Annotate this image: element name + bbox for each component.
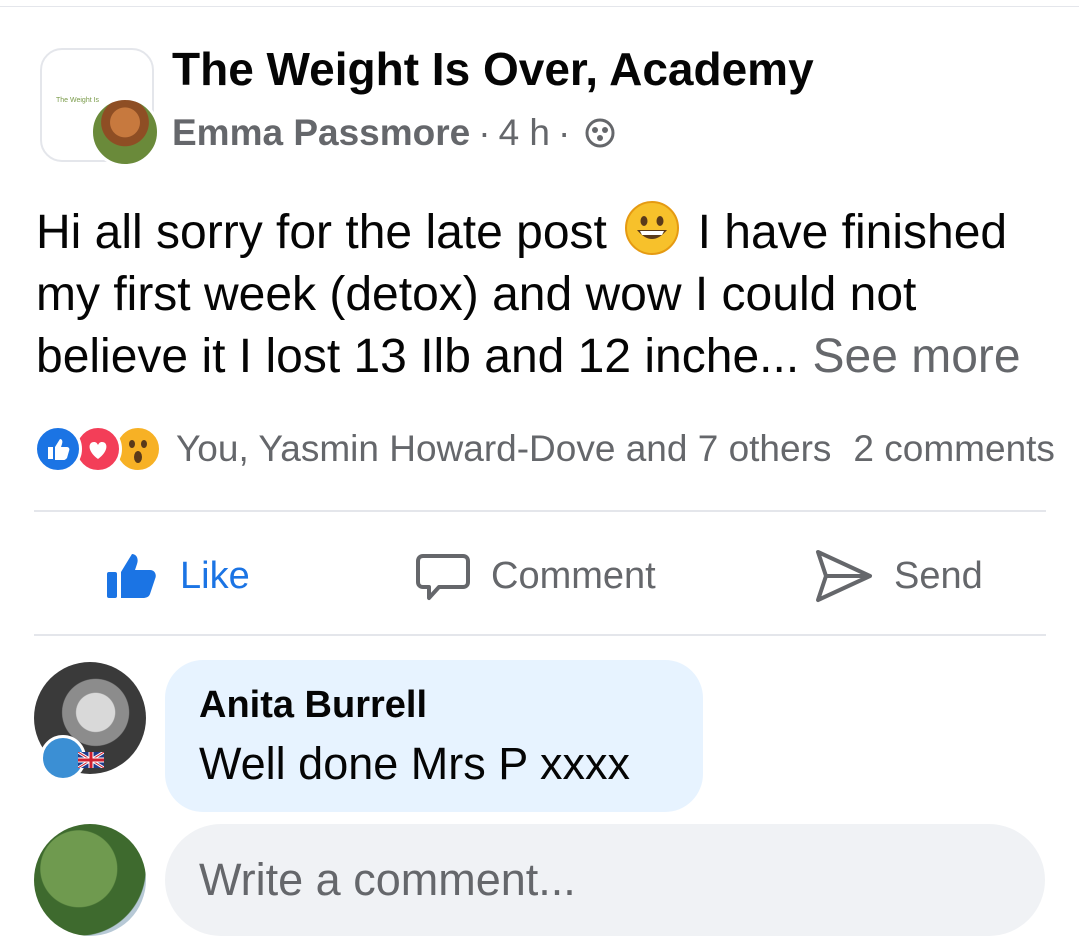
comment-text: Well done Mrs P xxxx (199, 738, 630, 789)
post-text: Hi all sorry for the late post I have fi… (36, 200, 1056, 388)
like-reaction-icon (34, 425, 82, 473)
send-button[interactable]: Send (814, 544, 983, 608)
group-avatar[interactable]: The Weight Is (40, 48, 160, 167)
comment-button[interactable]: Comment (415, 544, 656, 608)
comment-icon (416, 554, 470, 600)
author-avatar[interactable] (90, 97, 160, 167)
divider (34, 634, 1046, 636)
post-text-part1: Hi all sorry for the late post (36, 206, 607, 259)
comment-bubble[interactable]: Anita Burrell Well done Mrs P xxxx (165, 660, 703, 812)
divider (34, 510, 1046, 512)
write-comment-input[interactable] (165, 824, 1045, 936)
comment-label: Comment (491, 554, 656, 597)
top-divider (0, 6, 1079, 7)
post-meta: Emma Passmore · 4 h · (172, 112, 616, 154)
comment-author[interactable]: Anita Burrell (199, 684, 427, 727)
comments-count[interactable]: 2 comments (853, 428, 1055, 470)
group-logo-text: The Weight Is (56, 97, 100, 104)
like-button[interactable]: Like (104, 544, 250, 608)
like-label: Like (180, 554, 250, 597)
see-more-link[interactable]: See more (813, 330, 1021, 383)
reactions-summary[interactable]: You, Yasmin Howard-Dove and 7 others 2 c… (34, 424, 1055, 474)
send-label: Send (894, 554, 983, 597)
current-user-avatar[interactable] (34, 824, 146, 936)
thumbs-up-icon (107, 554, 156, 598)
send-icon (816, 550, 872, 602)
author-name[interactable]: Emma Passmore (172, 112, 470, 154)
uk-flag-icon (78, 752, 104, 768)
reactions-text[interactable]: You, Yasmin Howard-Dove and 7 others (176, 428, 831, 470)
group-privacy-icon (585, 118, 615, 148)
meta-separator: · (478, 112, 491, 153)
post-time[interactable]: 4 h (499, 112, 550, 154)
meta-separator: · (558, 112, 571, 153)
grinning-face-emoji-icon (625, 201, 680, 255)
group-name[interactable]: The Weight Is Over, Academy (172, 42, 814, 96)
